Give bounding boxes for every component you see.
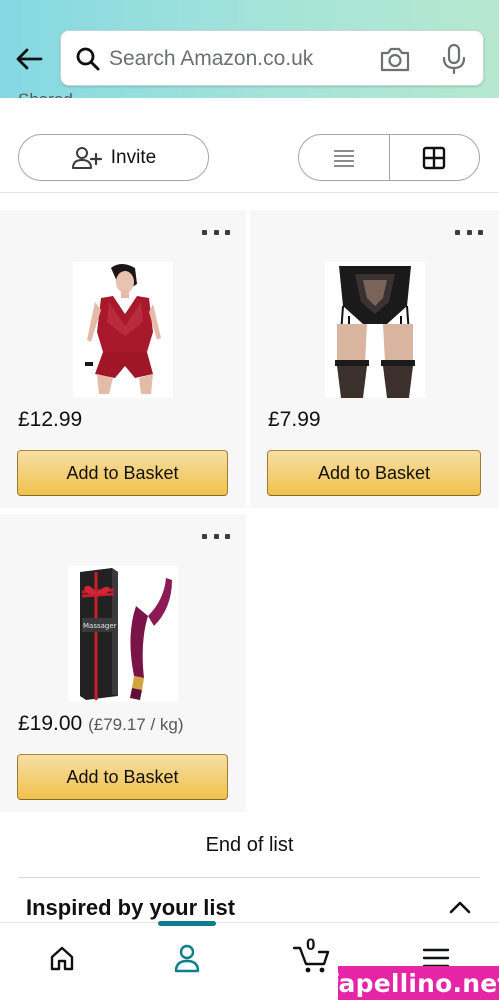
person-icon xyxy=(174,944,200,973)
product-price: £12.99 xyxy=(18,408,82,432)
view-toggle xyxy=(298,134,480,181)
unit-price: (£79.17 / kg) xyxy=(88,715,184,734)
grid-view-button[interactable] xyxy=(390,135,480,180)
invite-button[interactable]: Invite xyxy=(18,134,209,181)
section-divider xyxy=(0,192,499,193)
more-options-button[interactable] xyxy=(455,228,483,236)
more-options-button[interactable] xyxy=(202,532,230,540)
product-image[interactable] xyxy=(250,262,499,398)
price-value: £7.99 xyxy=(268,408,321,431)
grid-view-icon xyxy=(423,146,446,169)
list-view-icon xyxy=(333,149,354,167)
product-price: £19.00 (£79.17 / kg) xyxy=(18,712,184,736)
price-value: £19.00 xyxy=(18,712,83,735)
arrow-left-icon xyxy=(16,48,43,70)
price-value: £12.99 xyxy=(18,408,83,431)
chevron-up-icon[interactable] xyxy=(448,898,472,916)
add-to-basket-button[interactable]: Add to Basket xyxy=(17,450,228,496)
search-input[interactable] xyxy=(109,41,369,77)
black-lace-suspender-image xyxy=(324,262,425,398)
end-of-list-text: End of list xyxy=(205,834,294,856)
add-to-basket-button[interactable]: Add to Basket xyxy=(267,450,481,496)
search-icon xyxy=(76,47,100,71)
search-box[interactable] xyxy=(60,30,484,86)
cart-count-badge: 0 xyxy=(306,935,316,954)
add-person-icon xyxy=(71,146,102,169)
microphone-icon[interactable] xyxy=(441,43,467,75)
massager-box-image: Massager xyxy=(68,566,178,702)
home-icon xyxy=(50,946,74,971)
product-card[interactable]: £12.99 Add to Basket xyxy=(0,210,246,508)
product-card[interactable]: Massager £19.00 (£79.17 / kg) Add to Bas… xyxy=(0,514,246,812)
more-options-button[interactable] xyxy=(202,228,230,236)
list-view-button[interactable] xyxy=(299,135,390,180)
invite-label: Invite xyxy=(110,146,157,168)
watermark-label: fapellino.net xyxy=(327,966,499,1000)
product-price: £7.99 xyxy=(268,408,321,432)
back-button[interactable] xyxy=(12,42,46,76)
red-lace-bodysuit-image xyxy=(73,262,173,398)
product-image[interactable]: Massager xyxy=(0,566,246,702)
product-card[interactable]: £7.99 Add to Basket xyxy=(250,210,499,508)
nav-home[interactable] xyxy=(22,923,102,993)
product-image[interactable] xyxy=(0,262,246,398)
inspired-section-title[interactable]: Inspired by your list xyxy=(26,895,235,921)
add-to-basket-button[interactable]: Add to Basket xyxy=(17,754,228,800)
camera-icon[interactable] xyxy=(379,44,411,74)
header-bar xyxy=(0,0,499,98)
shared-text-clip xyxy=(0,98,499,106)
section-divider xyxy=(18,877,480,878)
svg-text:Massager: Massager xyxy=(83,622,117,630)
nav-account[interactable] xyxy=(147,923,227,993)
